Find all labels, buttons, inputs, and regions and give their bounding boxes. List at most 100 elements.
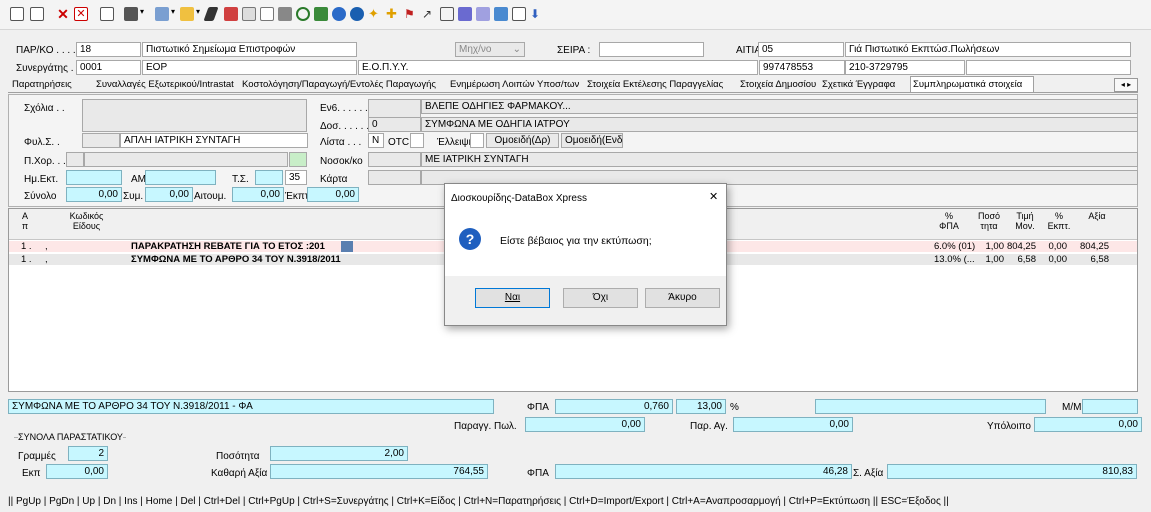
tab-paratiriseis[interactable]: Παρατηρήσεις <box>10 77 74 93</box>
edit-icon[interactable] <box>30 7 44 21</box>
otc-field[interactable] <box>410 133 424 148</box>
dos-field[interactable]: ΣΥΜΦΩΝΑ ΜΕ ΟΔΗΓΙΑ ΙΑΤΡΟΥ <box>421 117 1138 132</box>
tab-scroll-arrows-icon[interactable]: ◂ ▸ <box>1114 78 1138 92</box>
tools-icon[interactable] <box>155 7 169 21</box>
table-icon[interactable] <box>242 7 256 21</box>
scholia-field[interactable] <box>82 99 307 132</box>
tab-symplirom[interactable]: Συμπληρωματικά στοιχεία <box>910 76 1034 92</box>
star-icon[interactable]: ✦ <box>368 7 382 21</box>
nosok-field[interactable]: ΜΕ ΙΑΤΡΙΚΗ ΣΥΝΤΑΓΗ <box>421 152 1138 167</box>
close-icon[interactable]: ✕ <box>709 190 718 203</box>
row-fpa: 13.0% (... <box>934 254 975 265</box>
tab-sxetika[interactable]: Σχετικά Έγγραφα <box>820 77 897 93</box>
printer-icon[interactable] <box>278 7 292 21</box>
seira-field[interactable] <box>599 42 704 57</box>
cancel-button[interactable]: Άκυρο <box>645 288 720 308</box>
grid-icon[interactable] <box>494 7 508 21</box>
karta-code-field[interactable] <box>368 170 421 185</box>
lock-icon[interactable] <box>440 7 454 21</box>
col-code-header[interactable]: Κωδικός Είδους <box>49 211 124 231</box>
print-icon[interactable] <box>124 7 138 21</box>
dropdown-icon[interactable]: ▾ <box>140 7 148 21</box>
par-ag-field[interactable]: 0,00 <box>733 417 853 432</box>
par-ko-field[interactable]: 18 <box>76 42 141 57</box>
folder-icon[interactable] <box>180 7 194 21</box>
pxor-code-field[interactable] <box>66 152 84 167</box>
fyl-field[interactable]: ΑΠΛΗ ΙΑΤΡΙΚΗ ΣΥΝΤΑΓΗ <box>120 133 308 148</box>
item-text-field[interactable]: ΣΥΜΦΩΝΑ ΜΕ ΤΟ ΑΡΘΡΟ 34 ΤΟΥ Ν.3918/2011 -… <box>8 399 494 414</box>
pin-icon[interactable]: ⚑ <box>404 7 418 21</box>
col-qty-header[interactable]: Ποσό τητα <box>969 211 1009 231</box>
ypoloipo-field[interactable]: 0,00 <box>1034 417 1142 432</box>
col-fpa-header[interactable]: % ΦΠΑ <box>929 211 969 231</box>
pxor-field[interactable] <box>84 152 288 167</box>
aitia-code-field[interactable]: 05 <box>758 42 844 57</box>
tab-kostologisi[interactable]: Κοστολόγηση/Παραγωγή/Εντολές Παραγωγής <box>240 77 438 93</box>
tab-synallages[interactable]: Συναλλαγές Εξωτερικού/Intrastat <box>94 77 236 93</box>
fpa-value-field[interactable]: 0,760 <box>555 399 673 414</box>
extra-cyan-field[interactable] <box>815 399 1046 414</box>
reload-icon[interactable] <box>332 7 346 21</box>
report-icon[interactable] <box>476 7 490 21</box>
delete-icon[interactable]: ✕ <box>56 7 70 21</box>
stamp-icon[interactable] <box>224 7 238 21</box>
col-disc-header[interactable]: % Εκπτ. <box>1044 211 1074 231</box>
sym-field[interactable]: 0,00 <box>145 187 193 202</box>
mhx-select[interactable]: Μηχ/νο ⌄ <box>455 42 525 57</box>
tab-ektelesi[interactable]: Στοιχεία Εκτέλεσης Παραγγελίας <box>585 77 725 93</box>
fyl-code-field[interactable] <box>82 133 120 148</box>
otc-label: OTC. <box>388 137 412 148</box>
parag-field[interactable]: 0,00 <box>525 417 645 432</box>
ypoloipo-label: Υπόλοιπο <box>987 421 1031 432</box>
no-button[interactable]: Όχι <box>563 288 638 308</box>
synergatis-name-field[interactable]: ΕΟΡ <box>142 60 357 75</box>
ekp-label: Εκπ <box>22 468 41 479</box>
dos-code-field[interactable]: 0 <box>368 117 421 132</box>
hm-field[interactable] <box>66 170 122 185</box>
elleipsi-field[interactable] <box>470 133 484 148</box>
new-doc-icon[interactable] <box>10 7 24 21</box>
yes-button[interactable]: Ναι <box>475 288 550 308</box>
row-edit-icon[interactable] <box>341 241 353 252</box>
dropdown-icon[interactable]: ▾ <box>196 7 204 21</box>
globe-icon[interactable] <box>350 7 364 21</box>
pencil-icon[interactable] <box>203 7 219 21</box>
tab-enimerosi[interactable]: Ενημέρωση Λοιπών Υποσ/των <box>448 77 581 93</box>
nosok-code-field[interactable] <box>368 152 421 167</box>
ts-code-field[interactable] <box>255 170 283 185</box>
synergatis-code-field[interactable]: 0001 <box>76 60 141 75</box>
aitia-desc-field[interactable]: Γιά Πιστωτικό Εκπτώσ.Πωλήσεων <box>845 42 1131 57</box>
sym-label: Συμ. <box>123 191 144 202</box>
search-icon[interactable] <box>296 7 310 21</box>
doc-type-field[interactable]: Πιστωτικό Σημείωμα Επιστροφών <box>142 42 357 57</box>
synolo-field[interactable]: 0,00 <box>66 187 122 202</box>
col-price-header[interactable]: Τιμή Μον. <box>1007 211 1043 231</box>
tab-dimosiou[interactable]: Στοιχεία Δημοσίου <box>738 77 818 93</box>
col-value-header[interactable]: Αξία <box>1077 211 1117 221</box>
aitoum-field[interactable]: 0,00 <box>232 187 284 202</box>
preview-icon[interactable] <box>100 7 114 21</box>
fpa-pct-field[interactable]: 13,00 <box>676 399 726 414</box>
omoeidi-ev-button[interactable]: Ομοειδή(Ενδ) <box>561 133 623 148</box>
lista-field[interactable]: N <box>368 133 384 148</box>
col-a-header[interactable]: A π <box>19 211 31 231</box>
row-sep: , <box>45 254 48 265</box>
doc-icon[interactable] <box>260 7 274 21</box>
fpa2-label: ΦΠΑ <box>527 468 549 479</box>
cursor-icon[interactable]: ↗ <box>422 7 436 21</box>
mhx-value: Μηχ/νο <box>459 44 492 55</box>
download-icon[interactable]: ⬇ <box>530 7 544 21</box>
mm-field[interactable] <box>1082 399 1138 414</box>
am-field[interactable] <box>145 170 216 185</box>
dropdown-icon[interactable]: ▾ <box>171 7 179 21</box>
omoeidi-dr-button[interactable]: Ομοειδή(Δρ) <box>486 133 559 148</box>
chart-icon[interactable] <box>314 7 328 21</box>
ts-field[interactable]: 35 <box>285 170 307 185</box>
ev6-field[interactable]: ΒΛΕΠΕ ΟΔΗΓΙΕΣ ΦΑΡΜΑΚΟΥ... <box>421 99 1138 114</box>
users-icon[interactable] <box>458 7 472 21</box>
close-box-icon[interactable]: ✕ <box>74 7 88 21</box>
filter-icon[interactable]: ✚ <box>386 7 400 21</box>
window-icon[interactable] <box>512 7 526 21</box>
kathari-label: Καθαρή Αξία <box>211 468 268 479</box>
ekpt-field[interactable]: 0,00 <box>307 187 359 202</box>
